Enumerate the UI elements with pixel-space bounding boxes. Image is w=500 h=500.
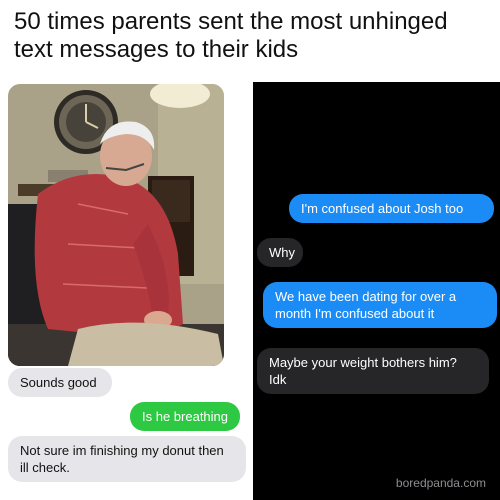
left-conversation-screenshot: Sounds good Is he breathing Not sure im … (0, 82, 250, 500)
headline: 50 times parents sent the most unhinged … (14, 8, 448, 63)
message-received: Why (257, 238, 303, 267)
message-sent: We have been dating for over a month I'm… (263, 282, 497, 328)
message-received: Not sure im finishing my donut then ill … (8, 436, 246, 482)
watermark: boredpanda.com (395, 476, 486, 490)
photo-attachment[interactable] (8, 84, 224, 366)
photo-old-man-sleeping-in-chair (8, 84, 224, 366)
message-received: Sounds good (8, 368, 112, 397)
right-conversation-screenshot: I'm confused about Josh too Why We have … (253, 82, 500, 500)
message-sent: I'm confused about Josh too (289, 194, 494, 223)
message-sent: Is he breathing (130, 402, 240, 431)
message-received: Maybe your weight bothers him? Idk (257, 348, 489, 394)
